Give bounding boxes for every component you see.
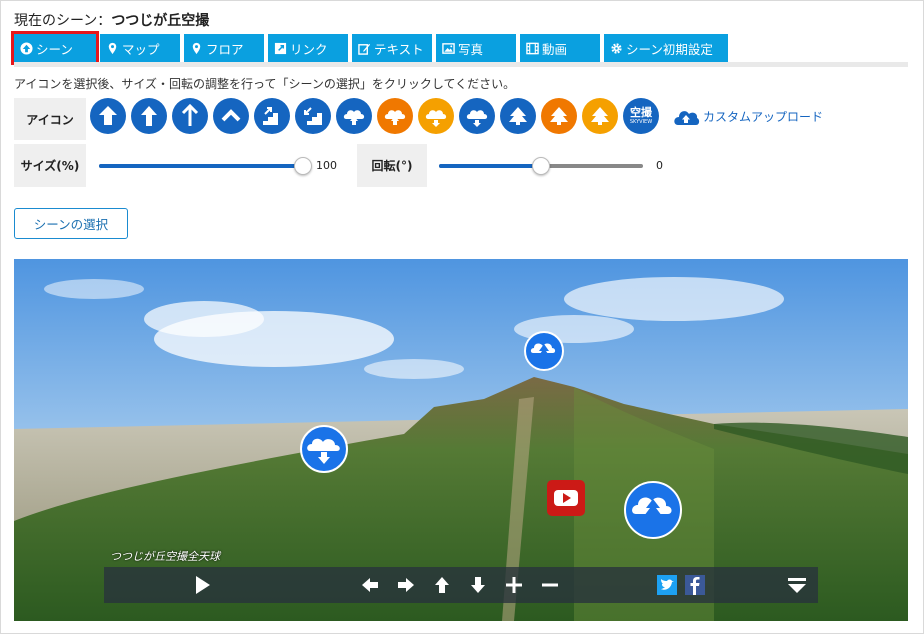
cloud-up-orange-icon[interactable] [377,98,413,134]
arrow-right-icon[interactable] [394,573,418,597]
icon-row-label: アイコン [14,98,86,140]
tree-up-icon[interactable] [500,98,536,134]
rotation-slider-fill [439,164,541,168]
tab-bar: シーン マップ フロア リンク テキスト 写真 動画 シーン初期設定 [11,31,728,65]
arrow-up-bold-icon[interactable] [90,98,126,134]
cloud-down-icon[interactable] [459,98,495,134]
facebook-icon[interactable] [683,573,707,597]
cloud-up-icon[interactable] [336,98,372,134]
custom-upload-button[interactable]: カスタムアップロード [672,106,823,126]
hotspot-youtube-icon[interactable] [546,479,586,517]
chevron-up-icon[interactable] [213,98,249,134]
tab-text[interactable]: テキスト [352,34,432,62]
select-scene-button[interactable]: シーンの選択 [14,208,128,239]
tab-underline [14,62,908,67]
image-icon [442,42,455,55]
size-value: 100 [316,159,337,172]
size-slider-fill [99,164,303,168]
arrow-up-icon[interactable] [430,573,454,597]
tab-floor[interactable]: フロア [184,34,264,62]
twitter-icon[interactable] [655,573,679,597]
map-pin-icon [190,42,203,55]
size-slider-handle[interactable] [294,157,312,175]
cloud-down-amber-icon[interactable] [418,98,454,134]
tab-scene[interactable]: シーン [11,31,99,65]
cloud-upload-icon [674,111,700,125]
viewer-caption: つつじが丘空撮全天球 [110,550,220,563]
gear-icon [610,42,623,55]
tab-scene-settings[interactable]: シーン初期設定 [604,34,728,62]
arrow-down-icon[interactable] [466,573,490,597]
hotspot-tree-up-icon[interactable] [524,331,564,371]
skyview-icon[interactable]: 空撮 SKYVIEW [623,98,659,134]
tab-link[interactable]: リンク [268,34,348,62]
hotspot-cloud-down-icon[interactable] [300,425,348,473]
current-scene-label: 現在のシーン： [14,13,112,29]
viewer-control-bar [104,567,818,603]
tab-map[interactable]: マップ [100,34,180,62]
size-label: サイズ(%) [14,144,86,187]
zoom-out-icon[interactable] [538,573,562,597]
map-pin-icon [106,42,119,55]
tab-video[interactable]: 動画 [520,34,600,62]
menu-toggle-icon[interactable] [785,573,809,597]
icon-picker: 空撮 SKYVIEW カスタムアップロード [90,98,823,134]
edit-icon [358,42,371,55]
arrow-left-icon[interactable] [358,573,382,597]
tree-up-orange-icon[interactable] [541,98,577,134]
hotspot-tree-up-large-icon[interactable] [624,481,682,539]
zoom-in-icon[interactable] [502,573,526,597]
external-link-icon [274,42,287,55]
current-scene: 現在のシーン：つつじが丘空撮 [14,10,209,30]
rotation-slider[interactable] [439,157,643,175]
arrow-up-circle-icon [20,41,33,55]
film-icon [526,42,539,55]
stairs-down-icon[interactable] [295,98,331,134]
rotation-value: 0 [656,159,663,172]
tree-up-amber-icon[interactable] [582,98,618,134]
rotation-slider-handle[interactable] [532,157,550,175]
stairs-up-icon[interactable] [254,98,290,134]
panorama-viewer[interactable]: つつじが丘空撮全天球 [14,259,908,621]
play-icon[interactable] [190,573,214,597]
arrow-up-thin-icon[interactable] [172,98,208,134]
arrow-up-icon[interactable] [131,98,167,134]
instruction-text: アイコンを選択後、サイズ・回転の調整を行って「シーンの選択」をクリックしてくださ… [14,77,516,91]
tab-photo[interactable]: 写真 [436,34,516,62]
current-scene-name: つつじが丘空撮 [111,13,210,29]
size-slider[interactable] [99,157,312,175]
rotation-label: 回転(°) [357,144,427,187]
